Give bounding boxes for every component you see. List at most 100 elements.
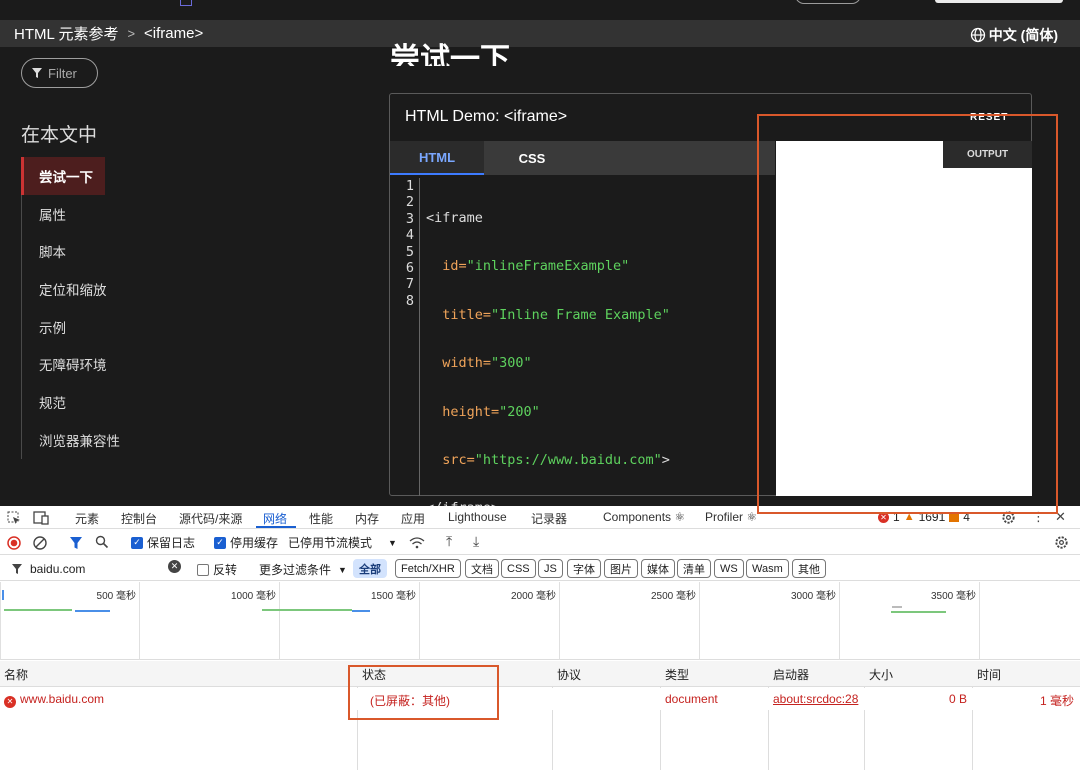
toc-item-positioning[interactable]: 定位和缩放 (21, 270, 381, 308)
invert-checkbox[interactable]: 反转 (197, 561, 237, 578)
code-line: src="https://www.baidu.com"> (442, 451, 670, 468)
chevron-down-icon: ▼ (338, 564, 347, 575)
toc-item-try-it[interactable]: 尝试一下 (21, 157, 105, 195)
column-header-size[interactable]: 大小 (869, 666, 893, 683)
tab-network[interactable]: 网络 (263, 510, 287, 527)
network-filter-bar: baidu.com ✕ 反转 更多过滤条件 ▼ 全部 Fetch/XHR 文档 C… (0, 556, 1080, 581)
search-box-fragment[interactable] (935, 0, 1063, 3)
network-request-table: 名称 状态 协议 类型 启动器 大小 时间 ✕ www.baidu.com (已屏… (0, 661, 1080, 770)
timeline-bar (891, 611, 946, 613)
import-har-icon[interactable]: ⤒ (446, 533, 452, 550)
timeline-column: 1500 毫秒 (279, 582, 419, 660)
nav-button-fragment[interactable] (795, 0, 861, 4)
timeline-column: 2000 毫秒 (419, 582, 559, 660)
timeline-bar (75, 610, 110, 612)
checkbox-unchecked-icon (197, 563, 209, 576)
tab-console[interactable]: 控制台 (121, 510, 157, 527)
type-filter-doc[interactable]: 文档 (465, 559, 499, 578)
disable-cache-checkbox[interactable]: ✓ 停用缓存 (214, 534, 278, 551)
network-conditions-icon[interactable] (409, 536, 425, 550)
toc-item-specifications[interactable]: 规范 (21, 383, 381, 421)
tab-profiler[interactable]: Profiler ⚛ (705, 510, 757, 524)
tab-application[interactable]: 应用 (401, 510, 425, 527)
timeline-tick-label: 500 毫秒 (96, 591, 136, 602)
filter-label: Filter (48, 65, 77, 81)
code-editor[interactable]: 1 2 3 4 5 6 7 8 <iframe id="inlineFrameE… (390, 178, 775, 516)
code-line: id="inlineFrameExample" (442, 258, 630, 275)
throttling-select[interactable]: 已停用节流模式 ▼ (288, 534, 397, 551)
filter-button[interactable]: Filter (21, 58, 98, 88)
network-overview-timeline[interactable]: 500 毫秒 1000 毫秒 1500 毫秒 2000 毫秒 2500 毫秒 3… (0, 582, 1080, 660)
table-row[interactable]: ✕ www.baidu.com (已屏蔽：其他) document about:s… (0, 688, 1080, 710)
network-toolbar: ✓ 保留日志 ✓ 停用缓存 已停用节流模式 ▼ ⤒ ⤓ (0, 530, 1080, 555)
breadcrumb-current[interactable]: <iframe> (144, 25, 203, 42)
tab-html[interactable]: HTML (390, 141, 484, 175)
tab-lighthouse[interactable]: Lighthouse (448, 510, 507, 524)
request-name[interactable]: ✕ www.baidu.com (4, 692, 104, 708)
type-filter-other[interactable]: 其他 (792, 559, 826, 578)
column-header-protocol[interactable]: 协议 (557, 666, 581, 683)
timeline-column (979, 582, 1080, 660)
line-number: 8 (405, 292, 414, 309)
timeline-column: 1000 毫秒 (139, 582, 279, 660)
tab-sources[interactable]: 源代码/来源 (179, 510, 242, 527)
clear-icon[interactable] (33, 536, 47, 550)
network-settings-icon[interactable] (1054, 535, 1069, 550)
tab-css[interactable]: CSS (485, 141, 579, 175)
timeline-bar (4, 609, 72, 611)
network-filter-input[interactable]: baidu.com (6, 559, 186, 578)
tab-memory[interactable]: 内存 (355, 510, 379, 527)
request-initiator-link[interactable]: about:srcdoc:28 (773, 692, 858, 706)
search-icon[interactable] (95, 535, 109, 549)
type-filter-fetch-xhr[interactable]: Fetch/XHR (395, 559, 461, 578)
more-filters-dropdown[interactable]: 更多过滤条件 ▼ (259, 561, 347, 578)
line-number-gutter: 1 2 3 4 5 6 7 8 (390, 178, 420, 496)
timeline-bar (892, 606, 902, 608)
toc-item-scripting[interactable]: 脚本 (21, 232, 381, 271)
disable-cache-label: 停用缓存 (230, 536, 279, 550)
type-filter-all[interactable]: 全部 (353, 559, 387, 578)
line-number: 5 (405, 243, 414, 260)
tab-performance[interactable]: 性能 (309, 510, 333, 527)
toc-item-attributes[interactable]: 属性 (21, 194, 381, 233)
request-time: 1 毫秒 (1039, 694, 1074, 708)
preserve-log-checkbox[interactable]: ✓ 保留日志 (131, 534, 195, 551)
timeline-tick-label: 3000 毫秒 (790, 591, 836, 602)
more-filters-label: 更多过滤条件 (259, 563, 332, 577)
preserve-log-label: 保留日志 (147, 536, 196, 550)
filter-funnel-icon[interactable] (69, 536, 83, 550)
type-filter-img[interactable]: 图片 (604, 559, 638, 578)
line-number: 2 (405, 194, 414, 211)
column-header-time[interactable]: 时间 (977, 666, 1001, 683)
type-filter-css[interactable]: CSS (501, 559, 536, 578)
tab-components[interactable]: Components ⚛ (603, 510, 685, 524)
breadcrumb-parent[interactable]: HTML 元素参考 (14, 23, 118, 44)
code-line: height="200" (442, 403, 540, 420)
toc-item-accessibility[interactable]: 无障碍环境 (21, 345, 381, 384)
checkbox-checked-icon: ✓ (131, 536, 143, 549)
line-number: 1 (405, 178, 414, 194)
type-filter-js[interactable]: JS (538, 559, 563, 578)
page-title: 尝试一下 (390, 43, 510, 66)
record-icon[interactable] (7, 536, 21, 550)
tab-recorder[interactable]: 记录器 (531, 510, 567, 527)
column-header-type[interactable]: 类型 (665, 666, 689, 683)
request-type: document (665, 692, 718, 706)
column-header-initiator[interactable]: 启动器 (773, 666, 809, 683)
type-filter-font[interactable]: 字体 (567, 559, 601, 578)
device-toolbar-icon[interactable] (33, 511, 49, 525)
type-filter-ws[interactable]: WS (714, 559, 744, 578)
timeline-marker (2, 590, 4, 600)
language-switcher[interactable]: 中文 (简体) (970, 25, 1058, 45)
clear-filter-icon[interactable]: ✕ (168, 560, 181, 573)
type-filter-wasm[interactable]: Wasm (746, 559, 789, 578)
inspect-element-icon[interactable] (7, 511, 21, 525)
type-filter-manifest[interactable]: 清单 (677, 559, 711, 578)
export-har-icon[interactable]: ⤓ (473, 533, 479, 550)
type-filter-media[interactable]: 媒体 (641, 559, 675, 578)
toc-item-browser-compat[interactable]: 浏览器兼容性 (21, 420, 381, 459)
tab-elements[interactable]: 元素 (75, 510, 99, 527)
column-header-name[interactable]: 名称 (4, 666, 28, 683)
timeline-bar (352, 610, 370, 612)
toc-item-examples[interactable]: 示例 (21, 307, 381, 346)
